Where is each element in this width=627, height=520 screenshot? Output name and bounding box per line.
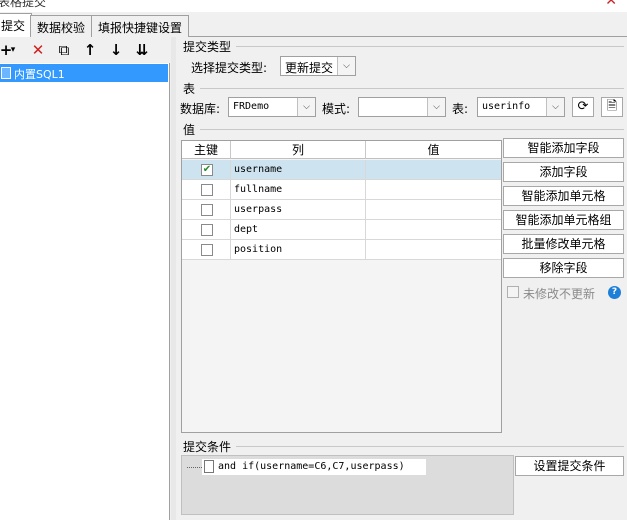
value-cell[interactable] [366,220,501,240]
table-row[interactable]: dept [182,220,501,240]
value-cell[interactable] [366,200,501,220]
add-field-button[interactable]: 添加字段 [503,162,624,182]
close-icon[interactable]: ✕ [605,0,617,9]
database-select[interactable]: FRDemo ⌵ [228,97,316,117]
schema-label: 模式: [322,102,351,116]
sort-icon[interactable]: ⇊ [132,40,152,60]
value-cell[interactable] [366,180,501,200]
window-title: 表格提交 [0,0,47,9]
column-name: fullname [234,184,283,195]
database-value: FRDemo [233,101,270,112]
database-icon [1,67,11,79]
column-name: dept [234,224,259,235]
tree-item-label: 内置SQL1 [14,68,65,81]
table-row[interactable]: userpass [182,200,501,220]
left-panel: + ▾ ✕ ⧉ ↑ ↓ ⇊ 内置SQL1 [0,37,170,520]
smart-add-field-button[interactable]: 智能添加字段 [503,138,624,158]
table-header: 主键 列 值 [182,141,501,159]
left-toolbar: + ▾ ✕ ⧉ ↑ ↓ ⇊ [0,37,170,63]
divider [200,88,624,89]
divider [236,46,624,47]
primary-key-checkbox[interactable] [201,224,213,236]
table-label: 表: [452,102,469,116]
document-icon [204,460,214,473]
table-select[interactable]: userinfo ⌵ [477,97,565,117]
window-title-bar: 表格提交 ✕ [0,0,627,12]
schema-select[interactable]: ⌵ [358,97,446,117]
section-submit-type: 提交类型 [183,40,232,54]
column-name: username [234,164,283,175]
chevron-down-icon: ⌵ [337,57,355,75]
no-update-unmodified-checkbox[interactable] [507,286,519,298]
condition-text: and if(username=C6,C7,userpass) [218,461,405,472]
tree-connector [187,467,202,468]
table-row[interactable]: position [182,240,501,260]
chevron-down-icon: ⌵ [297,98,315,116]
condition-item[interactable]: and if(username=C6,C7,userpass) [202,459,426,475]
smart-add-cell-group-button[interactable]: 智能添加单元格组 [503,210,624,230]
primary-key-checkbox[interactable] [201,184,213,196]
value-cell[interactable] [366,160,501,180]
column-name: userpass [234,204,283,215]
tab-shortcut-settings[interactable]: 填报快捷键设置 [91,15,190,37]
no-update-unmodified-label: 未修改不更新 [523,287,596,301]
tab-submit[interactable]: 提交 [0,13,33,38]
submit-type-label: 选择提交类型: [191,61,268,75]
tab-bar: 提交 数据校验 填报快捷键设置 [0,12,627,38]
section-values: 值 [183,123,196,137]
primary-key-checkbox[interactable] [201,244,213,256]
divider [236,446,624,447]
refresh-icon: ⟳ [577,99,589,114]
smart-add-cell-button[interactable]: 智能添加单元格 [503,186,624,206]
table-value: userinfo [482,101,531,112]
remove-field-button[interactable]: 移除字段 [503,258,624,278]
preview-table-button[interactable]: 🗎 [601,97,623,117]
tab-data-validation[interactable]: 数据校验 [30,15,93,37]
section-table: 表 [183,82,196,96]
primary-key-checkbox[interactable] [201,204,213,216]
column-header-value[interactable]: 值 [366,141,501,159]
move-up-icon[interactable]: ↑ [80,40,100,60]
value-cell[interactable] [366,240,501,260]
database-label: 数据库: [180,102,221,116]
chevron-down-icon: ⌵ [427,98,445,116]
chevron-down-icon: ⌵ [546,98,564,116]
refresh-button[interactable]: ⟳ [572,97,594,117]
submit-type-value: 更新提交 [285,61,334,75]
column-header-key[interactable]: 主键 [182,141,231,159]
add-dropdown-icon[interactable]: ▾ [8,40,18,60]
column-name: position [234,244,283,255]
primary-key-checkbox[interactable]: ✔ [201,164,213,176]
help-icon[interactable]: ? [608,286,621,299]
column-header-column[interactable]: 列 [231,141,366,159]
submit-type-select[interactable]: 更新提交 ⌵ [280,56,356,76]
tree-item-sql[interactable]: 内置SQL1 [0,64,168,82]
table-row[interactable]: ✔ username [182,160,501,180]
divider [200,129,624,130]
copy-icon[interactable]: ⧉ [54,40,74,60]
fields-table: 主键 列 值 ✔ username fullname userpass dept… [181,140,502,433]
condition-tree: and if(username=C6,C7,userpass) [181,455,514,515]
delete-icon[interactable]: ✕ [28,40,48,60]
splitter[interactable] [171,37,176,520]
section-submit-condition: 提交条件 [183,440,232,454]
search-document-icon: 🗎 [606,99,618,114]
table-row[interactable]: fullname [182,180,501,200]
batch-edit-cell-button[interactable]: 批量修改单元格 [503,234,624,254]
move-down-icon[interactable]: ↓ [106,40,126,60]
set-submit-condition-button[interactable]: 设置提交条件 [515,456,624,476]
